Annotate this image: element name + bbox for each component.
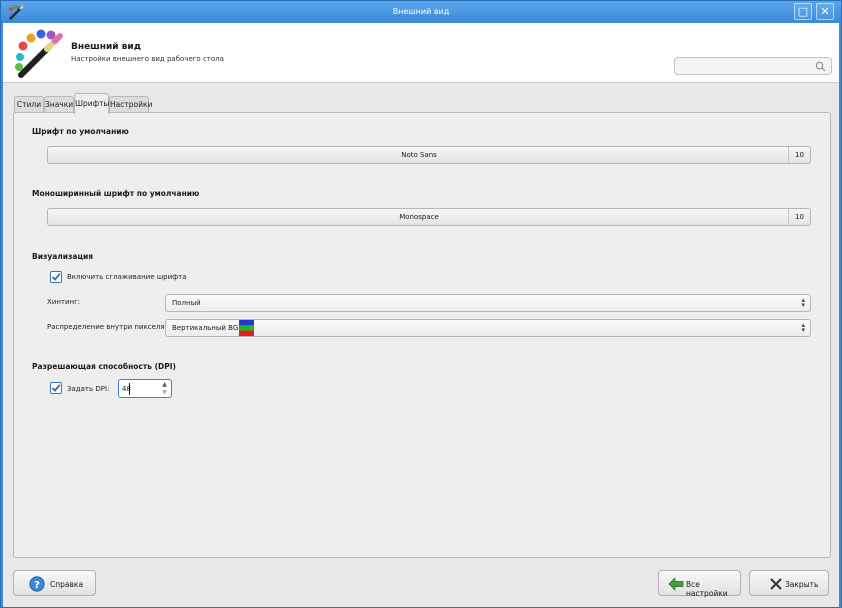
- palette-brush-icon: [15, 29, 63, 78]
- window-client: Внешний вид Настройки внешнего вид рабоч…: [3, 23, 839, 607]
- hinting-label: Хинтинг:: [47, 298, 81, 306]
- window-title: Внешний вид: [392, 7, 450, 16]
- default-font-name: Noto Sans: [401, 151, 437, 159]
- default-font-button[interactable]: Noto Sans 10: [47, 146, 811, 164]
- spin-down-icon[interactable]: ▼: [160, 389, 169, 396]
- all-settings-button[interactable]: Все настройки: [658, 570, 741, 598]
- default-font-heading: Шрифт по умолчанию: [32, 127, 129, 136]
- search-icon: [815, 61, 826, 72]
- close-icon[interactable]: ✕: [816, 3, 834, 20]
- mono-font-size: 10: [788, 209, 810, 225]
- hinting-value: Полный: [172, 299, 201, 307]
- antialias-label: Включить сглаживание шрифта: [67, 273, 187, 281]
- text-caret: [129, 383, 130, 395]
- mono-font-name: Monospace: [399, 213, 439, 221]
- subpixel-select[interactable]: Вертикальный BGR ▴ ▾: [165, 319, 811, 337]
- tab-fonts[interactable]: Шрифты: [74, 93, 109, 114]
- appearance-window: Внешний вид □ ✕ Внешний вид Настройки вн…: [0, 0, 842, 608]
- subpixel-value: Вертикальный BGR: [172, 324, 244, 332]
- close-x-icon: [770, 578, 782, 590]
- bgr-swatch-icon: [239, 320, 254, 336]
- fonts-pane: Шрифт по умолчанию Noto Sans 10 Моношири…: [13, 112, 831, 558]
- subpixel-label: Распределение внутри пикселя:: [47, 323, 167, 331]
- help-label: Справка: [50, 580, 84, 589]
- tab-icons[interactable]: Значки: [44, 96, 74, 113]
- back-arrow-icon: [668, 577, 684, 591]
- updown-arrow-icon: ▴ ▾: [801, 321, 805, 334]
- search-input[interactable]: [674, 57, 832, 75]
- help-button[interactable]: ? Справка: [13, 570, 96, 596]
- all-settings-label: Все настройки: [686, 580, 728, 598]
- tab-settings[interactable]: Настройки: [109, 96, 152, 113]
- dpi-heading: Разрешающая способность (DPI): [32, 362, 176, 371]
- close-button[interactable]: Закрыть: [749, 570, 829, 596]
- mono-font-button[interactable]: Monospace 10: [47, 208, 811, 226]
- header: Внешний вид Настройки внешнего вид рабоч…: [3, 23, 839, 83]
- antialias-checkbox[interactable]: [50, 271, 62, 283]
- close-label: Закрыть: [785, 580, 819, 589]
- rendering-heading: Визуализация: [32, 252, 94, 261]
- updown-arrow-icon: ▴ ▾: [801, 296, 805, 309]
- tab-styles[interactable]: Стили: [14, 96, 44, 113]
- dpi-label: Задать DPI:: [67, 385, 110, 393]
- page-title: Внешний вид: [71, 42, 141, 52]
- dpi-checkbox[interactable]: [50, 382, 62, 394]
- maximize-icon[interactable]: □: [794, 3, 812, 20]
- check-icon: [51, 273, 61, 281]
- dpi-spinbox[interactable]: 48 ▲ ▼: [118, 379, 172, 398]
- hinting-select[interactable]: Полный ▴ ▾: [165, 294, 811, 312]
- spin-up-icon[interactable]: ▲: [160, 381, 169, 388]
- help-icon: ?: [29, 576, 45, 592]
- svg-text:?: ?: [34, 580, 40, 591]
- default-font-size: 10: [788, 147, 810, 163]
- page-subtitle: Настройки внешнего вид рабочего стола: [71, 55, 224, 63]
- title-bar[interactable]: Внешний вид □ ✕: [1, 1, 841, 23]
- check-icon: [51, 384, 61, 392]
- mono-font-heading: Моноширинный шрифт по умолчанию: [32, 189, 200, 198]
